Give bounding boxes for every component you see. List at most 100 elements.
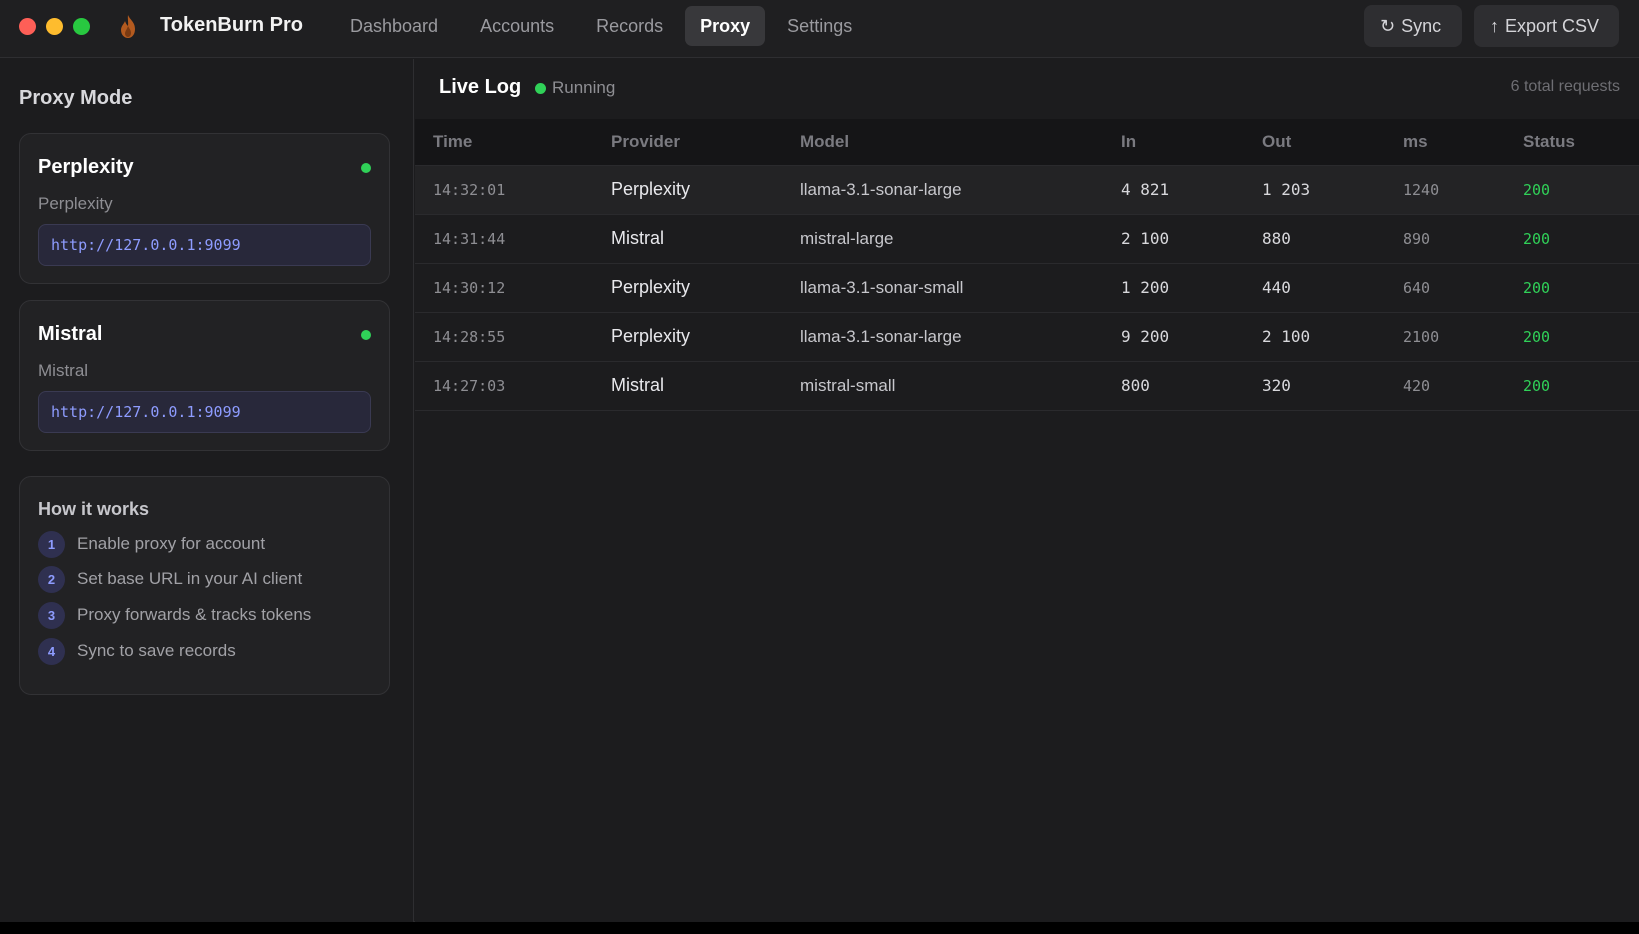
sidebar-title: Proxy Mode	[19, 87, 133, 109]
step-text: Sync to save records	[77, 641, 236, 660]
live-log-panel: Live Log Running 6 total requests Time P…	[415, 59, 1639, 922]
cell-status: 200	[1505, 263, 1639, 313]
main-nav: Dashboard Accounts Records Proxy Setting…	[330, 6, 874, 46]
flame-logo-icon	[121, 15, 135, 38]
cell-model: llama-3.1-sonar-large	[782, 312, 1103, 362]
how-step: 2 Set base URL in your AI client	[38, 565, 302, 593]
table-row[interactable]: 14:28:55 Perplexity llama-3.1-sonar-larg…	[415, 312, 1639, 362]
table-header-row: Time Provider Model In Out ms Status	[415, 119, 1639, 166]
tab-records[interactable]: Records	[576, 6, 683, 46]
cell-latency-ms: 1240	[1385, 165, 1505, 215]
close-window-button[interactable]	[19, 18, 36, 35]
sync-button[interactable]: ↻ Sync	[1364, 5, 1462, 47]
sidebar: Proxy Mode Perplexity Perplexity http://…	[0, 59, 414, 922]
cell-time: 14:30:12	[415, 263, 593, 313]
cell-tokens-in: 2 100	[1103, 214, 1244, 264]
app-window: TokenBurn Pro Dashboard Accounts Records…	[0, 0, 1639, 922]
cell-tokens-in: 800	[1103, 361, 1244, 411]
column-header-provider[interactable]: Provider	[593, 119, 782, 166]
proxy-name: Perplexity	[38, 156, 134, 178]
cell-provider: Mistral	[593, 361, 782, 411]
step-text: Proxy forwards & tracks tokens	[77, 605, 312, 624]
running-status-dot	[535, 83, 546, 94]
running-status-label: Running	[552, 78, 616, 97]
column-header-out[interactable]: Out	[1244, 119, 1385, 166]
export-label: Export CSV	[1505, 16, 1600, 36]
refresh-icon: ↻	[1380, 16, 1396, 36]
cell-time: 14:28:55	[415, 312, 593, 362]
table-row[interactable]: 14:32:01 Perplexity llama-3.1-sonar-larg…	[415, 165, 1639, 215]
how-step: 1 Enable proxy for account	[38, 530, 265, 558]
proxy-provider: Mistral	[38, 361, 89, 380]
proxy-provider: Perplexity	[38, 194, 113, 213]
cell-time: 14:27:03	[415, 361, 593, 411]
maximize-window-button[interactable]	[73, 18, 90, 35]
cell-model: llama-3.1-sonar-small	[782, 263, 1103, 313]
how-step: 3 Proxy forwards & tracks tokens	[38, 601, 311, 629]
how-it-works-title: How it works	[38, 499, 150, 519]
cell-status: 200	[1505, 312, 1639, 362]
cell-latency-ms: 640	[1385, 263, 1505, 313]
proxy-card-perplexity[interactable]: Perplexity Perplexity http://127.0.0.1:9…	[19, 133, 390, 284]
log-title: Live Log	[439, 76, 522, 98]
column-header-time[interactable]: Time	[415, 119, 593, 166]
app-title: TokenBurn Pro	[160, 14, 303, 36]
column-header-in[interactable]: In	[1103, 119, 1244, 166]
column-header-ms[interactable]: ms	[1385, 119, 1505, 166]
cell-status: 200	[1505, 214, 1639, 264]
minimize-window-button[interactable]	[46, 18, 63, 35]
cell-tokens-in: 9 200	[1103, 312, 1244, 362]
cell-tokens-out: 1 203	[1244, 165, 1385, 215]
tab-accounts[interactable]: Accounts	[460, 6, 574, 46]
cell-provider: Mistral	[593, 214, 782, 264]
export-csv-button[interactable]: ↑ Export CSV	[1474, 5, 1619, 47]
cell-latency-ms: 890	[1385, 214, 1505, 264]
cell-tokens-out: 320	[1244, 361, 1385, 411]
how-it-works-card: How it works 1 Enable proxy for account …	[19, 476, 390, 695]
table-row[interactable]: 14:30:12 Perplexity llama-3.1-sonar-smal…	[415, 263, 1639, 313]
cell-model: llama-3.1-sonar-large	[782, 165, 1103, 215]
step-number-badge: 2	[38, 565, 65, 593]
tab-proxy[interactable]: Proxy	[685, 6, 766, 46]
step-number-badge: 3	[38, 601, 65, 629]
log-header: Live Log Running 6 total requests	[415, 59, 1639, 119]
step-text: Enable proxy for account	[77, 534, 266, 553]
status-dot	[361, 163, 371, 173]
total-requests-count: 6 total requests	[1510, 78, 1620, 95]
tab-dashboard[interactable]: Dashboard	[330, 6, 458, 46]
cell-model: mistral-large	[782, 214, 1103, 264]
table-row[interactable]: 14:27:03 Mistral mistral-small 800 320 4…	[415, 361, 1639, 411]
proxy-name: Mistral	[38, 323, 103, 345]
status-dot	[361, 330, 371, 340]
cell-time: 14:31:44	[415, 214, 593, 264]
step-number-badge: 4	[38, 637, 65, 665]
upload-arrow-icon: ↑	[1490, 16, 1499, 36]
sync-label: Sync	[1401, 16, 1442, 36]
request-log-table: Time Provider Model In Out ms Status 14:…	[415, 119, 1639, 411]
table-row[interactable]: 14:31:44 Mistral mistral-large 2 100 880…	[415, 214, 1639, 264]
cell-tokens-out: 2 100	[1244, 312, 1385, 362]
cell-tokens-in: 1 200	[1103, 263, 1244, 313]
proxy-url-field[interactable]: http://127.0.0.1:9099	[38, 224, 371, 266]
cell-provider: Perplexity	[593, 312, 782, 362]
cell-model: mistral-small	[782, 361, 1103, 411]
step-number-badge: 1	[38, 530, 65, 558]
cell-latency-ms: 2100	[1385, 312, 1505, 362]
cell-tokens-out: 440	[1244, 263, 1385, 313]
cell-provider: Perplexity	[593, 263, 782, 313]
proxy-url-field[interactable]: http://127.0.0.1:9099	[38, 391, 371, 433]
cell-time: 14:32:01	[415, 165, 593, 215]
title-bar: TokenBurn Pro Dashboard Accounts Records…	[0, 0, 1639, 58]
proxy-card-mistral[interactable]: Mistral Mistral http://127.0.0.1:9099	[19, 300, 390, 451]
cell-tokens-in: 4 821	[1103, 165, 1244, 215]
cell-latency-ms: 420	[1385, 361, 1505, 411]
column-header-status[interactable]: Status	[1505, 119, 1639, 166]
cell-status: 200	[1505, 361, 1639, 411]
how-step: 4 Sync to save records	[38, 637, 236, 665]
step-text: Set base URL in your AI client	[77, 569, 303, 588]
column-header-model[interactable]: Model	[782, 119, 1103, 166]
tab-settings[interactable]: Settings	[767, 6, 872, 46]
cell-tokens-out: 880	[1244, 214, 1385, 264]
cell-status: 200	[1505, 165, 1639, 215]
cell-provider: Perplexity	[593, 165, 782, 215]
